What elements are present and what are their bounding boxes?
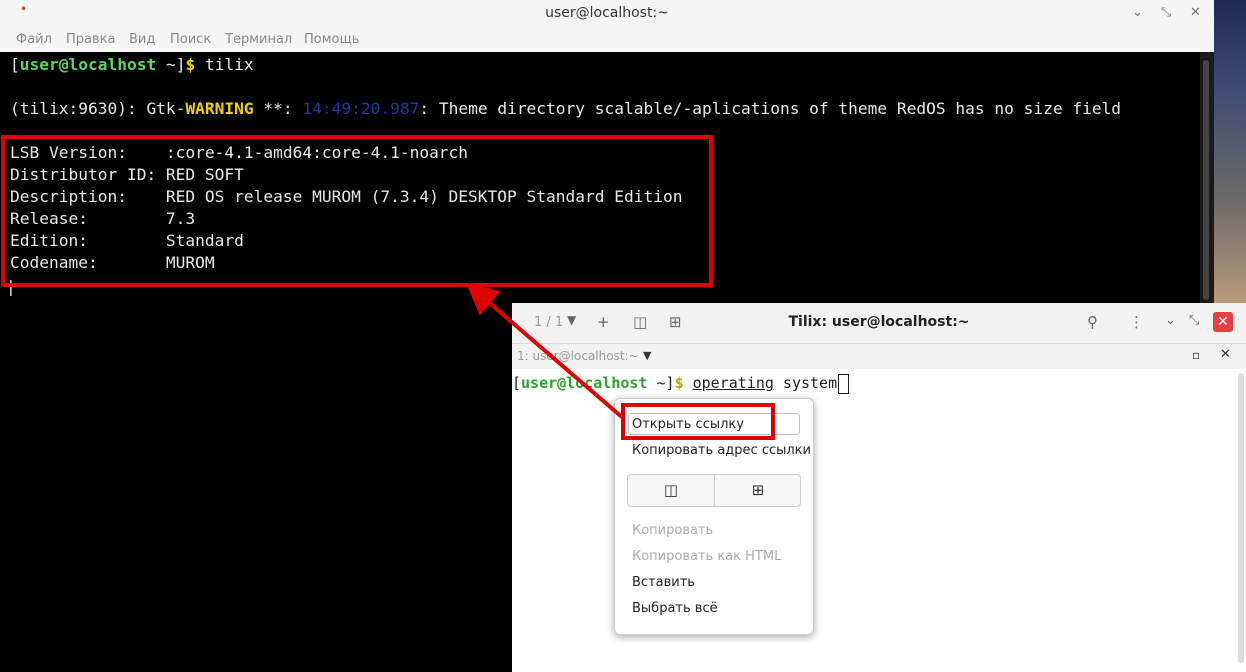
menu-select-all[interactable]: Выбрать всё <box>632 601 718 616</box>
warning-line: (tilix:9630): Gtk-WARNING **: 14:49:20.9… <box>10 99 1122 118</box>
menu-copy-as-html[interactable]: Копировать как HTML <box>632 549 781 564</box>
menu-edit[interactable]: Правка <box>66 32 115 47</box>
text-cursor <box>838 373 850 394</box>
maximize-icon[interactable]: ⤡ <box>1161 5 1171 20</box>
minimize-icon[interactable]: ⌄ <box>1132 5 1143 20</box>
menu-view[interactable]: Вид <box>129 32 155 47</box>
outer-menubar: Файл Правка Вид Поиск Терминал Помощь <box>0 28 1214 52</box>
prompt-line: [user@localhost ~]$ tilix <box>10 55 254 74</box>
command-text: tilix <box>195 55 254 74</box>
menu-file[interactable]: Файл <box>16 32 52 47</box>
minimize-icon[interactable]: ⌄ <box>1165 313 1176 328</box>
terminal-session-label[interactable]: 1: user@localhost:~ <box>517 349 639 363</box>
close-icon[interactable]: ✕ <box>1213 312 1233 332</box>
tilix-scrollbar[interactable] <box>1238 373 1244 663</box>
menu-paste[interactable]: Вставить <box>632 575 695 590</box>
maximize-icon[interactable]: ⤡ <box>1189 313 1199 328</box>
split-down-button[interactable]: ⊞ <box>715 475 801 506</box>
menu-copy-link-address[interactable]: Копировать адрес ссылки <box>632 443 811 458</box>
menu-search[interactable]: Поиск <box>170 32 211 47</box>
tilix-terminal-titlebar: 1: user@localhost:~ ▼ ▫ ✕ <box>512 344 1246 370</box>
tilix-headerbar: 1 / 1 ▼ + ◫ ⊞ Tilix: user@localhost:~ ⚲ … <box>512 303 1246 344</box>
menu-dots-icon[interactable]: ⋮ <box>1129 313 1144 331</box>
split-right-button[interactable]: ◫ <box>628 475 715 506</box>
menu-help[interactable]: Помощь <box>304 32 359 47</box>
split-buttons: ◫ ⊞ <box>627 474 801 507</box>
close-icon[interactable]: ✕ <box>1190 5 1201 20</box>
tilix-prompt-line: [user@localhost ~]$ operating system <box>512 373 850 394</box>
menu-terminal[interactable]: Терминал <box>225 32 292 47</box>
annotation-box-lsb <box>1 135 713 287</box>
outer-titlebar: • user@localhost:~ ⌄ ⤡ ✕ <box>0 0 1214 28</box>
detected-link[interactable]: operating <box>693 374 774 392</box>
outer-scroll-thumb[interactable] <box>1203 60 1209 300</box>
annotation-box-open-link <box>621 403 775 440</box>
outer-window-title: user@localhost:~ <box>545 5 669 21</box>
close-terminal-icon[interactable]: ✕ <box>1220 347 1231 362</box>
prompt-user: user@localhost <box>19 55 157 74</box>
split-right-icon: ◫ <box>663 481 679 499</box>
chevron-down-icon[interactable]: ▼ <box>643 349 651 362</box>
menu-copy[interactable]: Копировать <box>632 523 713 538</box>
split-down-icon: ⊞ <box>751 481 765 499</box>
maximize-terminal-icon[interactable]: ▫ <box>1192 348 1200 362</box>
search-icon[interactable]: ⚲ <box>1087 313 1098 331</box>
